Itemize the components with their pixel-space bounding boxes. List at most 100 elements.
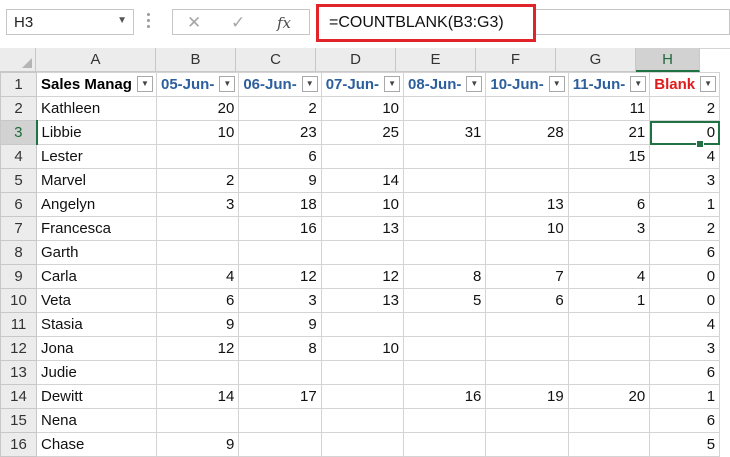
cell-f[interactable] (485, 312, 569, 337)
header-cell-d[interactable]: 07-Jun- ▼ (320, 72, 405, 97)
cell-e[interactable] (403, 216, 487, 241)
cell-d[interactable] (320, 240, 405, 265)
cell-b[interactable]: 12 (155, 336, 240, 361)
cell-h[interactable]: 4 (649, 312, 721, 337)
column-header-e[interactable]: E (396, 48, 476, 72)
cell-f[interactable]: 13 (485, 192, 569, 217)
header-cell-g[interactable]: 11-Jun- ▼ (567, 72, 651, 97)
cell-a[interactable]: Kathleen (36, 96, 157, 121)
cell-b[interactable]: 20 (155, 96, 240, 121)
row-header[interactable]: 6 (0, 192, 37, 217)
cell-f[interactable]: 7 (485, 264, 569, 289)
formula-input[interactable]: =COUNTBLANK(B3:G3) (316, 4, 536, 42)
cell-c[interactable]: 18 (238, 192, 322, 217)
cell-c[interactable]: 8 (238, 336, 322, 361)
cell-f[interactable]: 19 (485, 384, 569, 409)
cell-a[interactable]: Francesca (36, 216, 157, 241)
cell-h[interactable]: 6 (649, 240, 721, 265)
header-cell-a[interactable]: Sales Manag ▼ (36, 72, 157, 97)
cell-a[interactable]: Chase (36, 432, 157, 457)
cell-d[interactable] (320, 312, 405, 337)
cell-e[interactable]: 5 (403, 288, 487, 313)
cell-g[interactable]: 15 (567, 144, 651, 169)
cell-b[interactable]: 4 (155, 264, 240, 289)
cell-g[interactable] (567, 168, 651, 193)
name-box[interactable]: H3 ▼ (6, 9, 134, 35)
cell-a[interactable]: Lester (36, 144, 157, 169)
cell-g[interactable]: 20 (567, 384, 651, 409)
cell-e[interactable] (403, 96, 487, 121)
cell-b[interactable]: 14 (155, 384, 240, 409)
cell-b[interactable] (155, 216, 240, 241)
cell-e[interactable]: 8 (403, 264, 487, 289)
row-header[interactable]: 7 (0, 216, 37, 241)
cell-a[interactable]: Nena (36, 408, 157, 433)
cell-c[interactable] (238, 408, 322, 433)
cell-f[interactable]: 10 (485, 216, 569, 241)
header-cell-h[interactable]: Blank ▼ (649, 72, 721, 97)
row-header[interactable]: 11 (0, 312, 37, 337)
cell-g[interactable] (567, 312, 651, 337)
cell-c[interactable]: 16 (238, 216, 322, 241)
cell-h[interactable]: 6 (649, 360, 721, 385)
cell-b[interactable]: 6 (155, 288, 240, 313)
row-header[interactable]: 8 (0, 240, 37, 265)
cell-e[interactable] (403, 336, 487, 361)
cell-g[interactable] (567, 240, 651, 265)
filter-dropdown-icon[interactable]: ▼ (700, 76, 717, 92)
row-header[interactable]: 1 (0, 72, 37, 97)
row-header[interactable]: 2 (0, 96, 37, 121)
column-header-c[interactable]: C (236, 48, 316, 72)
cell-c[interactable]: 12 (238, 264, 322, 289)
cell-e[interactable] (403, 144, 487, 169)
row-header[interactable]: 3 (0, 120, 38, 145)
cell-f[interactable] (485, 144, 569, 169)
row-header[interactable]: 13 (0, 360, 37, 385)
cell-f[interactable]: 28 (485, 120, 569, 145)
cell-a[interactable]: Angelyn (36, 192, 157, 217)
cell-f[interactable] (485, 336, 569, 361)
cell-d[interactable] (320, 144, 405, 169)
cell-d[interactable]: 13 (320, 288, 405, 313)
cell-d[interactable]: 12 (320, 264, 405, 289)
row-header[interactable]: 12 (0, 336, 37, 361)
cell-a[interactable]: Judie (36, 360, 157, 385)
cell-e[interactable]: 31 (403, 120, 487, 145)
cell-f[interactable] (485, 96, 569, 121)
cell-b[interactable]: 10 (155, 120, 240, 145)
cell-d[interactable]: 14 (320, 168, 405, 193)
row-header[interactable]: 9 (0, 264, 37, 289)
cell-e[interactable] (403, 360, 487, 385)
cell-e[interactable] (403, 408, 487, 433)
column-header-f[interactable]: F (476, 48, 556, 72)
cell-h[interactable]: 5 (649, 432, 721, 457)
cell-b[interactable]: 2 (155, 168, 240, 193)
cell-b[interactable] (155, 144, 240, 169)
cell-e[interactable] (403, 168, 487, 193)
filter-dropdown-icon[interactable]: ▼ (466, 76, 483, 92)
cell-c[interactable]: 2 (238, 96, 322, 121)
filter-dropdown-icon[interactable]: ▼ (137, 76, 153, 92)
cell-e[interactable] (403, 432, 487, 457)
cell-c[interactable] (238, 432, 322, 457)
cell-g[interactable]: 21 (567, 120, 651, 145)
cell-e[interactable] (403, 312, 487, 337)
cell-a[interactable]: Libbie (36, 120, 157, 145)
cell-a[interactable]: Marvel (36, 168, 157, 193)
cell-d[interactable]: 13 (320, 216, 405, 241)
cell-g[interactable]: 1 (567, 288, 651, 313)
select-all-corner[interactable] (0, 48, 36, 72)
cell-g[interactable]: 3 (567, 216, 651, 241)
cell-b[interactable] (155, 360, 240, 385)
cell-f[interactable] (485, 360, 569, 385)
cell-h[interactable]: 4 (649, 144, 721, 169)
row-header[interactable]: 10 (0, 288, 37, 313)
cell-g[interactable] (567, 432, 651, 457)
fill-handle[interactable] (696, 140, 704, 148)
cell-h[interactable]: 0 (649, 264, 721, 289)
cell-h[interactable]: 1 (649, 192, 721, 217)
filter-dropdown-icon[interactable]: ▼ (630, 76, 647, 92)
cell-a[interactable]: Dewitt (36, 384, 157, 409)
cell-h[interactable]: 6 (649, 408, 721, 433)
cell-c[interactable]: 9 (238, 168, 322, 193)
